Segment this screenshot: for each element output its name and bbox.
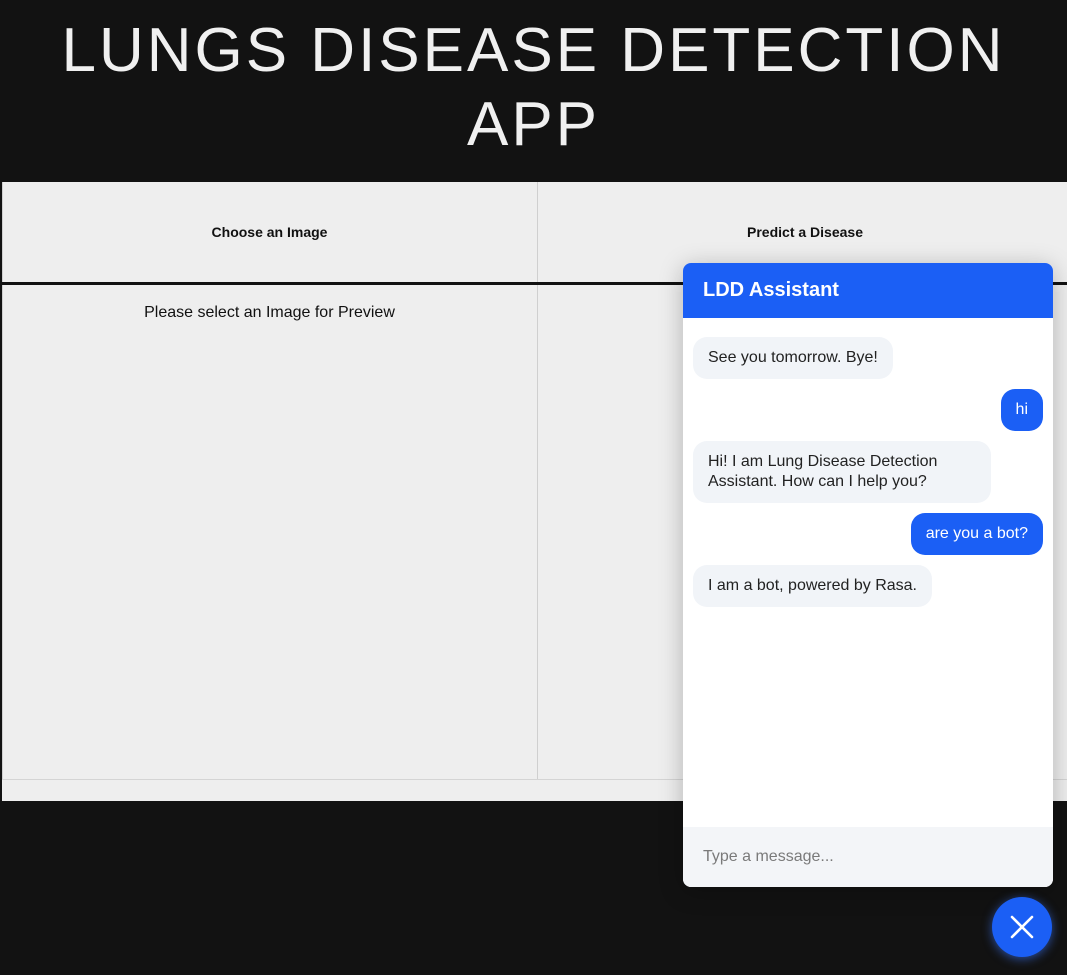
close-icon bbox=[1010, 915, 1034, 939]
chat-toggle-button[interactable] bbox=[992, 897, 1052, 957]
app-title-line2: APP bbox=[466, 90, 601, 159]
bot-message: See you tomorrow. Bye! bbox=[693, 337, 893, 379]
user-message: are you a bot? bbox=[910, 513, 1043, 555]
app-title: LUNGS DISEASE DETECTION APP bbox=[0, 14, 1067, 162]
chat-title: LDD Assistant bbox=[703, 279, 839, 301]
predict-disease-label: Predict a Disease bbox=[747, 224, 863, 240]
app-title-line1: LUNGS DISEASE DETECTION bbox=[61, 16, 1006, 85]
message-row: See you tomorrow. Bye! bbox=[693, 337, 1043, 379]
image-preview-text: Please select an Image for Preview bbox=[144, 304, 395, 321]
bot-message: Hi! I am Lung Disease Detection Assistan… bbox=[693, 441, 991, 503]
message-row: hi bbox=[693, 389, 1043, 431]
message-row: are you a bot? bbox=[693, 513, 1043, 555]
user-message: hi bbox=[1000, 389, 1043, 431]
choose-image-button[interactable]: Choose an Image bbox=[2, 182, 537, 282]
bot-message: I am a bot, powered by Rasa. bbox=[693, 565, 932, 607]
message-row: Hi! I am Lung Disease Detection Assistan… bbox=[693, 441, 1043, 503]
message-row: I am a bot, powered by Rasa. bbox=[693, 565, 1043, 607]
page: LUNGS DISEASE DETECTION APP Choose an Im… bbox=[0, 0, 1067, 975]
column-divider bbox=[537, 182, 538, 779]
chat-header: LDD Assistant bbox=[683, 263, 1053, 318]
chat-messages: See you tomorrow. Bye! hi Hi! I am Lung … bbox=[683, 318, 1053, 827]
choose-image-label: Choose an Image bbox=[211, 224, 328, 240]
chat-message-input[interactable] bbox=[683, 827, 1053, 887]
chat-widget: LDD Assistant See you tomorrow. Bye! hi … bbox=[683, 263, 1053, 887]
